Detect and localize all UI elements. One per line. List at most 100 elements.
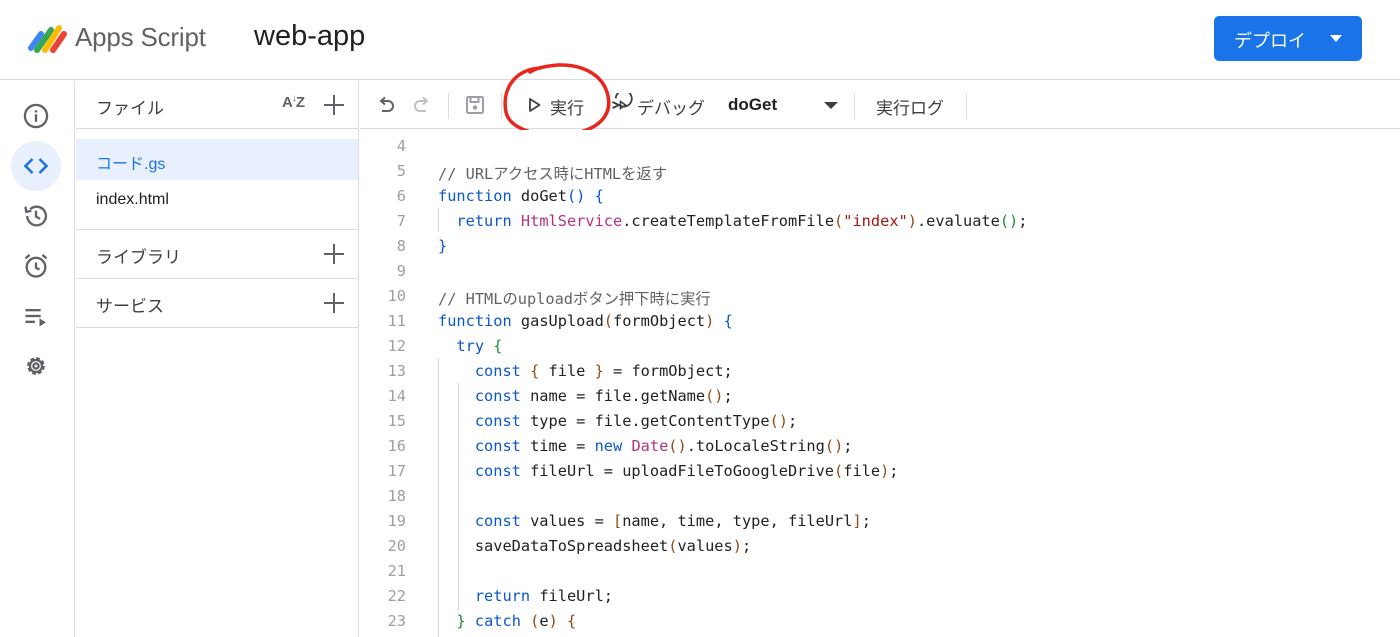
code-token: new [594, 437, 623, 455]
code-text: try { [438, 337, 503, 355]
code-token: file [843, 462, 881, 480]
code-token: gasUpload [511, 312, 604, 330]
sort-az-icon[interactable]: A↓Z [282, 93, 305, 111]
code-token: ; [787, 412, 798, 430]
line-number: 17 [387, 462, 406, 480]
line-number: 7 [396, 212, 406, 230]
code-line[interactable]: 13 const { file } = formObject; [360, 358, 1400, 383]
code-token: ( [834, 212, 844, 230]
line-number: 16 [387, 437, 406, 455]
info-icon [23, 103, 49, 129]
code-token: ; [723, 387, 733, 405]
code-line[interactable]: 9 [360, 258, 1400, 283]
code-token: ; [861, 512, 871, 530]
code-token: } [438, 237, 448, 255]
code-token: try [438, 337, 485, 355]
code-line[interactable]: 11 function gasUpload(formObject) { [360, 308, 1400, 333]
line-number: 15 [387, 412, 406, 430]
add-file-icon[interactable] [322, 93, 346, 117]
code-token: = formObject; [603, 362, 733, 380]
code-editor[interactable]: 4 5// URLアクセス時にHTMLを返す 6 function doGet() {… [360, 130, 1400, 637]
code-line[interactable]: 22 return fileUrl; [360, 583, 1400, 608]
save-icon[interactable] [463, 93, 487, 117]
code-token: "index" [843, 212, 908, 230]
code-line[interactable]: 19 const values = [name, time, type, fil… [360, 508, 1400, 533]
code-token: .createTemplateFromFile [622, 212, 835, 230]
playlist-play-icon [25, 309, 46, 327]
code-line[interactable]: 16 const time = new Date().toLocaleStrin… [360, 433, 1400, 458]
code-token: { [594, 187, 604, 205]
add-service-icon[interactable] [322, 291, 346, 315]
code-line[interactable]: 17 const fileUrl = uploadFileToGoogleDri… [360, 458, 1400, 483]
code-line[interactable]: 14 const name = file.getName(); [360, 383, 1400, 408]
deploy-button[interactable]: デプロイ [1214, 16, 1362, 61]
code-token: ) [705, 312, 715, 330]
file-item-code-gs[interactable]: コード.gs [76, 139, 358, 180]
triggers-icon[interactable] [11, 241, 61, 291]
debug-button[interactable]: デバッグ [637, 94, 705, 119]
apps-script-logo[interactable] [24, 20, 68, 56]
executions-icon[interactable] [11, 291, 61, 341]
play-icon[interactable] [524, 93, 544, 117]
toolbar-separator [854, 93, 855, 119]
code-token: () [566, 187, 586, 205]
code-line[interactable]: 20 saveDataToSpreadsheet(values); [360, 533, 1400, 558]
line-number: 14 [387, 387, 406, 405]
code-token: ( [834, 462, 844, 480]
editor-icon[interactable] [11, 141, 61, 191]
function-select[interactable]: doGet [728, 93, 840, 119]
code-token: values [677, 537, 733, 555]
code-text: saveDataToSpreadsheet(values); [438, 537, 751, 555]
line-number: 20 [387, 537, 406, 555]
chevron-down-icon [824, 102, 838, 109]
undo-icon[interactable] [374, 93, 398, 117]
code-line[interactable]: 7 return HtmlService.createTemplateFromF… [360, 208, 1400, 233]
code-token: { [567, 612, 577, 630]
project-name[interactable]: web-app [254, 20, 365, 53]
libraries-section-header: ライブラリ [76, 230, 358, 278]
debug-icon[interactable] [610, 93, 634, 117]
code-token: ) [880, 462, 890, 480]
code-line[interactable]: 15 const type = file.getContentType(); [360, 408, 1400, 433]
code-token: ; [889, 462, 899, 480]
code-token: ( [603, 312, 614, 330]
line-number: 6 [396, 187, 406, 205]
code-line[interactable]: 21 [360, 558, 1400, 583]
code-line[interactable]: 8} [360, 233, 1400, 258]
code-line[interactable]: 6 function doGet() { [360, 183, 1400, 208]
chevron-down-icon[interactable] [1330, 35, 1342, 42]
overview-icon[interactable] [11, 91, 61, 141]
add-library-icon[interactable] [322, 242, 346, 266]
line-number: 11 [387, 312, 406, 330]
divider [76, 327, 358, 328]
code-line[interactable]: 4 [360, 133, 1400, 158]
execution-log-button[interactable]: 実行ログ [876, 94, 944, 119]
code-line[interactable]: 10 // HTMLのuploadボタン押下時に実行 [360, 283, 1400, 308]
code-token: Date [631, 437, 669, 455]
services-title: サービス [96, 297, 164, 316]
settings-icon[interactable] [11, 341, 61, 391]
line-number: 12 [387, 337, 406, 355]
code-token: ; [843, 437, 853, 455]
code-token: { [493, 337, 503, 355]
code-token: function [438, 187, 512, 205]
code-token: e [539, 612, 549, 630]
code-line[interactable]: 12 try { [360, 333, 1400, 358]
code-line[interactable]: 23 } catch (e) { [360, 608, 1400, 633]
line-number: 19 [387, 512, 406, 530]
run-button[interactable]: 実行 [550, 94, 584, 119]
code-line[interactable]: 18 [360, 483, 1400, 508]
code-line[interactable]: 5 // URLアクセス時にHTMLを返す [360, 158, 1400, 183]
file-item-index-html[interactable]: index.html [76, 180, 358, 221]
code-token: ) [907, 212, 917, 230]
code-token: catch [474, 612, 521, 630]
history-icon[interactable] [11, 191, 61, 241]
redo-icon[interactable] [410, 93, 434, 117]
code-token: [ [613, 512, 623, 530]
app-header: Apps Script web-app デプロイ [0, 0, 1400, 80]
